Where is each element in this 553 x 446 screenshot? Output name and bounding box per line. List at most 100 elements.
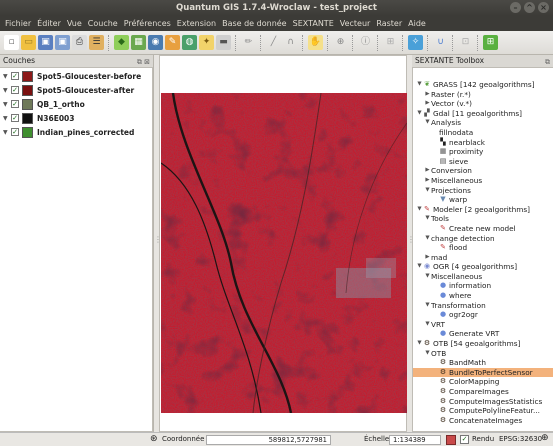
layer-visibility-checkbox[interactable]: ✓ — [11, 128, 19, 136]
tree-toggle-icon[interactable]: ▼ — [416, 80, 423, 90]
algorithm-node[interactable]: ⚙ ConcatenateImages — [413, 416, 553, 426]
minimize-icon[interactable]: – — [510, 2, 521, 13]
collapse-triangle-icon[interactable]: ▼ — [3, 129, 11, 136]
tree-toggle-icon[interactable]: ▼ — [424, 320, 431, 330]
remove-layer-icon[interactable]: ▬ — [216, 35, 231, 50]
maximize-icon[interactable]: ^ — [524, 2, 535, 13]
algorithm-node[interactable]: fillnodata — [413, 128, 553, 138]
provider-node[interactable]: ▼ ⚙ OTB [54 geoalgorithms] — [413, 339, 553, 349]
group-node[interactable]: ▶ mad — [413, 253, 553, 263]
tree-toggle-icon[interactable]: ▼ — [424, 349, 431, 359]
coord-field[interactable]: 589812,5727981 — [206, 435, 331, 445]
menu-extension[interactable]: Extension — [174, 16, 219, 31]
provider-node[interactable]: ▼ ▞ Gdal [11 geoalgorithms] — [413, 109, 553, 119]
algorithm-node[interactable]: ✎ Create new model — [413, 224, 553, 234]
add-spatialite-layer-icon[interactable]: ✎ — [165, 35, 180, 50]
toggle-extents-icon[interactable]: ⊛ — [150, 434, 158, 444]
group-node[interactable]: ▼ Analysis — [413, 118, 553, 128]
save-as-icon[interactable]: ▣ — [55, 35, 70, 50]
digitize-node-icon[interactable]: ∪ — [433, 35, 448, 50]
capture-point-icon[interactable]: ╱ — [266, 35, 281, 50]
raster-map-image[interactable] — [161, 93, 407, 413]
collapse-triangle-icon[interactable]: ▼ — [3, 115, 11, 122]
menu-vue[interactable]: Vue — [64, 16, 85, 31]
algorithm-node[interactable]: ⚙ BundleToPerfectSensor — [413, 367, 553, 378]
panel-float-icon[interactable]: ⧉ — [545, 56, 550, 68]
toggle-editing-icon[interactable]: ✏ — [241, 35, 256, 50]
algorithm-node[interactable]: ▼ warp — [413, 195, 553, 205]
group-node[interactable]: ▶ Vector (v.*) — [413, 99, 553, 109]
group-node[interactable]: ▼ OTB — [413, 349, 553, 359]
tree-toggle-icon[interactable]: ▼ — [424, 272, 431, 282]
map-tips-icon[interactable]: ✧ — [408, 35, 423, 50]
menu-couche[interactable]: Couche — [85, 16, 121, 31]
menu-vecteur[interactable]: Vecteur — [337, 16, 374, 31]
new-shapefile-icon[interactable]: ✦ — [199, 35, 214, 50]
algorithm-node[interactable]: ⚙ BandMath — [413, 358, 553, 368]
layer-item[interactable]: ▼ ✓ Spot5-Gloucester-before — [0, 69, 152, 83]
tree-toggle-icon[interactable]: ▶ — [424, 176, 431, 186]
layer-visibility-checkbox[interactable]: ✓ — [11, 114, 19, 122]
menu-fichier[interactable]: Fichier — [2, 16, 34, 31]
menu-base-de-donnée[interactable]: Base de donnée — [219, 16, 290, 31]
add-wms-layer-icon[interactable]: ◍ — [182, 35, 197, 50]
add-postgis-layer-icon[interactable]: ◉ — [148, 35, 163, 50]
tree-toggle-icon[interactable]: ▼ — [424, 118, 431, 128]
layer-visibility-checkbox[interactable]: ✓ — [11, 100, 19, 108]
tree-toggle-icon[interactable]: ▼ — [416, 109, 423, 119]
group-node[interactable]: ▼ change detection — [413, 234, 553, 244]
tree-toggle-icon[interactable]: ▶ — [424, 253, 431, 263]
collapse-triangle-icon[interactable]: ▼ — [3, 73, 11, 80]
tree-toggle-icon[interactable]: ▶ — [424, 99, 431, 109]
crs-label[interactable]: EPSG:32630 — [499, 435, 542, 443]
tree-toggle-icon[interactable]: ▼ — [424, 186, 431, 196]
map-canvas[interactable] — [159, 55, 407, 432]
identify-icon[interactable]: ⓘ — [358, 35, 373, 50]
capture-line-icon[interactable]: ∩ — [283, 35, 298, 50]
tree-toggle-icon[interactable]: ▼ — [424, 301, 431, 311]
algorithm-node[interactable]: ⚙ ComputeImagesStatistics — [413, 397, 553, 407]
group-node[interactable]: ▼ Miscellaneous — [413, 272, 553, 282]
algorithm-node[interactable]: ▚ nearblack — [413, 138, 553, 148]
scale-field[interactable]: 1:134389 — [389, 435, 441, 445]
render-checkbox[interactable]: ✓ — [460, 435, 469, 444]
python-console-icon[interactable]: ⊞ — [483, 35, 498, 50]
crs-status-icon[interactable]: ⊕ — [541, 433, 549, 443]
group-node[interactable]: ▶ Conversion — [413, 166, 553, 176]
provider-node[interactable]: ▼ ❦ GRASS [142 geoalgorithms] — [413, 80, 553, 90]
menu-aide[interactable]: Aide — [405, 16, 429, 31]
group-node[interactable]: ▶ Miscellaneous — [413, 176, 553, 186]
group-node[interactable]: ▼ Tools — [413, 214, 553, 224]
group-node[interactable]: ▶ Raster (r.*) — [413, 90, 553, 100]
group-node[interactable]: ▼ VRT — [413, 320, 553, 330]
tree-toggle-icon[interactable]: ▼ — [424, 234, 431, 244]
save-project-icon[interactable]: ▣ — [38, 35, 53, 50]
provider-node[interactable]: ▼ ✎ Modeler [2 geoalgorithms] — [413, 205, 553, 215]
algorithm-node[interactable]: ⚙ ComputePolylineFeatur... — [413, 406, 553, 416]
layer-item[interactable]: ▼ ✓ N36E003 — [0, 111, 152, 125]
group-node[interactable]: ▼ Projections — [413, 186, 553, 196]
algorithm-node[interactable]: ⚙ CompareImages — [413, 387, 553, 397]
algorithm-node[interactable]: ● where — [413, 291, 553, 301]
layer-item[interactable]: ▼ ✓ Indian_pines_corrected — [0, 125, 152, 139]
menu-éditer[interactable]: Éditer — [34, 16, 64, 31]
algorithm-node[interactable]: ● ogr2ogr — [413, 310, 553, 320]
algorithm-node[interactable]: ● information — [413, 281, 553, 291]
algorithm-node[interactable]: ⚙ ColorMapping — [413, 377, 553, 387]
add-raster-layer-icon[interactable]: ▦ — [131, 35, 146, 50]
collapse-triangle-icon[interactable]: ▼ — [3, 101, 11, 108]
menu-raster[interactable]: Raster — [373, 16, 405, 31]
layer-visibility-checkbox[interactable]: ✓ — [11, 72, 19, 80]
add-vector-layer-icon[interactable]: ◆ — [114, 35, 129, 50]
tree-toggle-icon[interactable]: ▼ — [424, 214, 431, 224]
algorithm-node[interactable]: ▤ sieve — [413, 157, 553, 167]
gps-icon[interactable]: ⊡ — [458, 35, 473, 50]
menu-préférences[interactable]: Préférences — [121, 16, 174, 31]
menu-sextante[interactable]: SEXTANTE — [290, 16, 337, 31]
panel-float-close-icon[interactable]: ⧉ ⊠ — [137, 56, 150, 68]
algorithm-node[interactable]: ● Generate VRT — [413, 329, 553, 339]
pan-icon[interactable]: ✋ — [308, 35, 323, 50]
tree-toggle-icon[interactable]: ▼ — [416, 339, 423, 349]
print-composer-icon[interactable]: ⎙ — [72, 35, 87, 50]
provider-node[interactable]: ▼ ◉ OGR [4 geoalgorithms] — [413, 262, 553, 272]
